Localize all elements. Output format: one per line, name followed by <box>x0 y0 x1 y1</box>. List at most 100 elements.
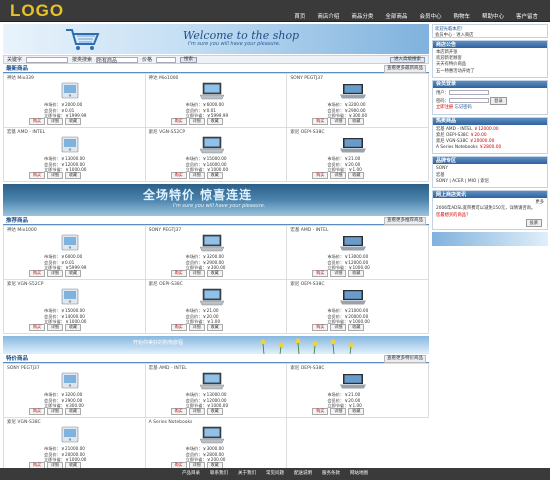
password-input[interactable] <box>448 98 489 104</box>
product-image[interactable] <box>198 136 226 154</box>
detail-button[interactable]: 详细 <box>330 270 347 277</box>
collect-button[interactable]: 收藏 <box>348 324 365 331</box>
collect-button[interactable]: 收藏 <box>65 172 81 179</box>
buy-button[interactable]: 购买 <box>29 270 45 277</box>
logo[interactable]: LOGO <box>10 1 64 21</box>
sidebar-ad[interactable] <box>432 231 548 246</box>
product-name[interactable]: 索尼 OEPI-S38C <box>290 366 425 371</box>
hot-item-name[interactable]: 宏基 AMD - INTEL <box>436 127 474 132</box>
product-image[interactable] <box>56 426 84 444</box>
product-image[interactable] <box>56 82 84 100</box>
product-name[interactable]: 索尼 OEPI-S38C <box>149 282 284 287</box>
collect-button[interactable]: 收藏 <box>348 172 365 179</box>
buy-button[interactable]: 购买 <box>29 324 45 331</box>
advanced-search-link[interactable]: 进入高级搜索 <box>390 56 425 63</box>
detail-button[interactable]: 详细 <box>47 408 63 415</box>
product-card[interactable]: SONY PEGTJ37 市场价：￥3200.00 会员价：￥2900.00 立即节省… <box>287 74 429 128</box>
category-select[interactable]: 所有商品 <box>96 56 139 64</box>
collect-button[interactable]: 收藏 <box>65 270 81 277</box>
product-card[interactable]: 神达 Mio1000 市场价：￥6000.00 会员价：￥0.01 立即节省：￥599… <box>4 226 146 280</box>
detail-button[interactable]: 详细 <box>188 270 205 277</box>
product-card[interactable]: SONY PEGTJ37 市场价：￥3200.00 会员价：￥2900.00 立即节省… <box>145 226 288 280</box>
buy-button[interactable]: 购买 <box>29 408 45 415</box>
product-image[interactable] <box>339 288 367 306</box>
news-text[interactable]: 2006年ADSL宽带费可以减免150元，详情请咨询。 <box>436 206 544 212</box>
footer-link[interactable]: 产品目录 <box>182 471 200 476</box>
enter-shop-link[interactable]: 进入商店 <box>456 33 473 38</box>
detail-button[interactable]: 详细 <box>188 408 205 415</box>
product-image[interactable] <box>198 372 226 390</box>
buy-button[interactable]: 购买 <box>170 118 187 125</box>
nav-all-products[interactable]: 全部商品 <box>379 14 413 21</box>
vote-button[interactable]: 投票 <box>525 218 542 227</box>
notice-item[interactable]: 五一特惠活动开始了 <box>436 69 544 75</box>
buy-button[interactable]: 购买 <box>312 408 329 415</box>
nav-about[interactable]: 商店介绍 <box>311 14 345 21</box>
product-image[interactable] <box>198 234 226 252</box>
buy-button[interactable]: 购买 <box>170 172 187 179</box>
footer-link[interactable]: 常见问题 <box>266 471 284 476</box>
product-card[interactable]: 索尼 OEPI-S38C 市场价：￥21.00 会员价：￥20.00 立即节省：￥1.… <box>145 280 288 334</box>
login-button[interactable]: 登录 <box>490 97 507 106</box>
nav-help[interactable]: 帮助中心 <box>476 14 510 21</box>
product-name[interactable]: SONY PEGTJ37 <box>7 366 142 371</box>
username-input[interactable] <box>448 89 489 95</box>
detail-button[interactable]: 详细 <box>47 118 63 125</box>
brand-item[interactable]: SONY | ACER | MIO | 索尼 <box>436 179 544 185</box>
product-name[interactable]: 索尼 VGN-S38C <box>7 420 142 425</box>
buy-button[interactable]: 购买 <box>312 324 329 331</box>
buy-button[interactable]: 购买 <box>312 172 329 179</box>
buy-button[interactable]: 购买 <box>170 324 187 331</box>
product-card[interactable]: 宏基 AMD - INTEL 市场价：￥13000.00 会员价：￥12000.00… <box>287 226 429 280</box>
product-name[interactable]: 索尼 OEPI-S38C <box>290 282 425 287</box>
product-card[interactable]: 索尼 VGN-S52CP 市场价：￥15000.00 会员价：￥14000.00 立即… <box>145 128 288 182</box>
product-name[interactable]: 宏基 AMD - INTEL <box>7 130 142 135</box>
more-link[interactable]: 查看更多最新商品 <box>384 65 426 73</box>
collect-button[interactable]: 收藏 <box>65 118 81 125</box>
product-name[interactable]: 宏基 AMD - INTEL <box>290 228 425 233</box>
product-card[interactable]: SONY PEGTJ37 市场价：￥3200.00 会员价：￥2900.00 立即节省… <box>4 364 146 418</box>
search-button[interactable]: 搜索 <box>180 56 198 63</box>
product-card[interactable]: 宏基 AMD - INTEL 市场价：￥13000.00 会员价：￥12000.00… <box>4 128 146 182</box>
nav-message[interactable]: 客户留言 <box>510 14 544 21</box>
news-more-link[interactable]: 更多 <box>535 200 544 205</box>
buy-button[interactable]: 购买 <box>170 270 187 277</box>
footer-link[interactable]: 服务条款 <box>322 471 340 476</box>
product-card[interactable]: 索尼 VGN-S38C 市场价：￥21000.00 会员价：￥20000.00 立即节… <box>4 418 146 472</box>
collect-button[interactable]: 收藏 <box>206 408 223 415</box>
hot-item-name[interactable]: A Series Notebooks <box>436 145 479 150</box>
product-name[interactable]: A Series Notebooks <box>149 420 284 425</box>
detail-button[interactable]: 详细 <box>188 324 205 331</box>
product-image[interactable] <box>56 288 84 306</box>
product-name[interactable]: 神达 Mio339 <box>7 76 142 81</box>
more-link[interactable]: 查看更多特价商品 <box>384 355 426 363</box>
product-card[interactable]: 索尼 OEPI-S38C 市场价：￥21.00 会员价：￥20.00 立即节省：￥1.… <box>287 364 429 418</box>
hot-item[interactable]: A Series Notebooks ￥2800.00 <box>436 145 544 151</box>
product-card[interactable]: A Series Notebooks 市场价：￥3000.00 会员价：￥2800.… <box>145 418 288 472</box>
product-card[interactable]: 神达 Mio339 市场价：￥2000.00 会员价：￥0.01 立即节省：￥1999… <box>4 74 146 128</box>
detail-button[interactable]: 详细 <box>330 324 347 331</box>
collect-button[interactable]: 收藏 <box>348 408 365 415</box>
collect-button[interactable]: 收藏 <box>348 270 365 277</box>
collect-button[interactable]: 收藏 <box>206 324 223 331</box>
product-card[interactable]: 神达 Mio1000 市场价：￥6000.00 会员价：￥0.01 立即节省：￥599… <box>145 74 288 128</box>
collect-button[interactable]: 收藏 <box>206 270 223 277</box>
collect-button[interactable]: 收藏 <box>206 118 223 125</box>
nav-cart[interactable]: 购物车 <box>447 14 476 21</box>
detail-button[interactable]: 详细 <box>330 118 347 125</box>
product-image[interactable] <box>198 82 226 100</box>
detail-button[interactable]: 详细 <box>47 270 63 277</box>
product-name[interactable]: 索尼 VGN-S52CP <box>149 130 284 135</box>
nav-category[interactable]: 商品分类 <box>345 14 379 21</box>
detail-button[interactable]: 详细 <box>188 118 205 125</box>
price-input[interactable] <box>156 56 177 63</box>
product-image[interactable] <box>339 82 367 100</box>
detail-button[interactable]: 详细 <box>330 408 347 415</box>
product-name[interactable]: 宏基 AMD - INTEL <box>149 366 284 371</box>
buy-button[interactable]: 购买 <box>29 118 45 125</box>
footer-link[interactable]: 联系我们 <box>210 471 228 476</box>
collect-button[interactable]: 收藏 <box>348 118 365 125</box>
hot-item-name[interactable]: 索尼 VGN-S38C <box>436 139 470 144</box>
detail-button[interactable]: 详细 <box>47 324 63 331</box>
member-center-link[interactable]: 会员中心 <box>435 33 452 38</box>
